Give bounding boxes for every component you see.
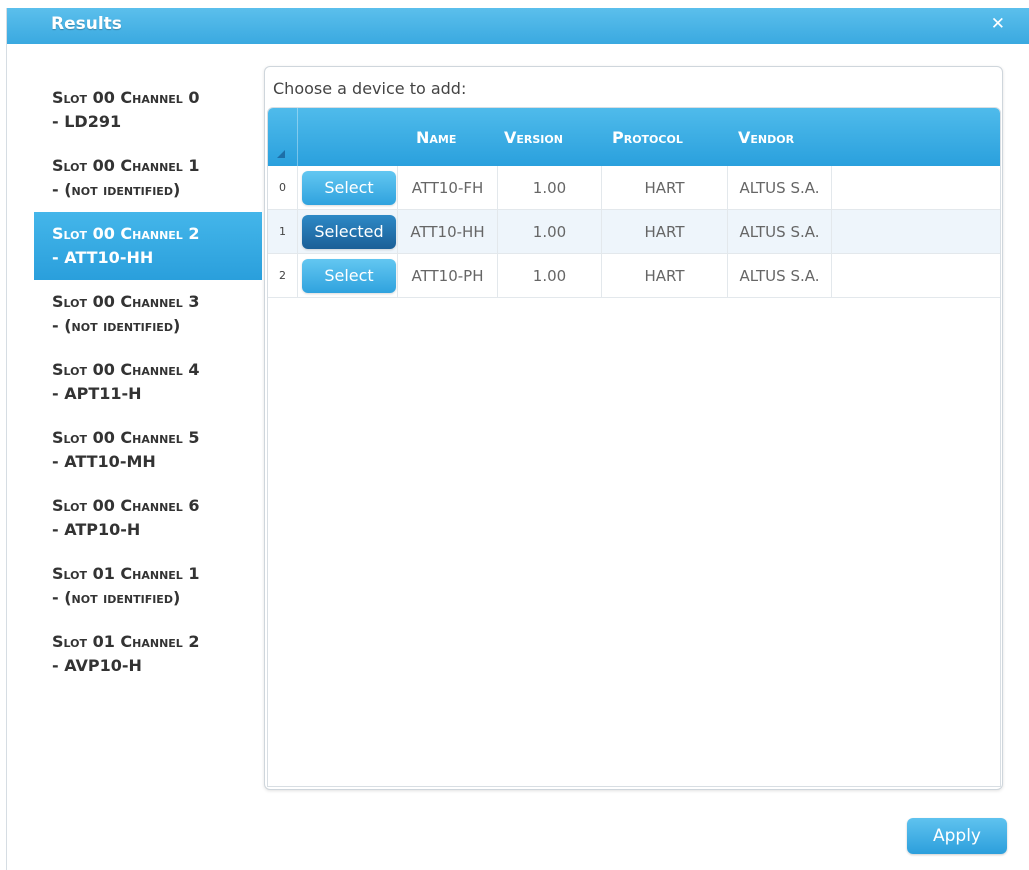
row-action-cell: Select: [298, 254, 398, 298]
table-row: 1 Selected ATT10-HH 1.00 HART ALTUS S.A.: [268, 210, 1000, 254]
channel-item-device: - (not identified): [52, 180, 181, 199]
device-protocol: HART: [602, 166, 728, 210]
device-version: 1.00: [498, 210, 602, 254]
channel-item-label: Slot 01 Channel 2: [52, 632, 200, 651]
device-name: ATT10-HH: [398, 210, 498, 254]
device-grid: Name Version Protocol Vendor 0 Select AT…: [267, 107, 1001, 787]
device-protocol: HART: [602, 254, 728, 298]
device-name: ATT10-PH: [398, 254, 498, 298]
channel-list: Slot 00 Channel 0 - LD291 Slot 00 Channe…: [34, 76, 262, 688]
channel-item-label: Slot 00 Channel 0: [52, 88, 200, 107]
channel-item-label: Slot 00 Channel 4: [52, 360, 200, 379]
close-icon[interactable]: ✕: [991, 14, 1005, 34]
sort-indicator-icon: [277, 150, 285, 158]
channel-item-device: - ATT10-HH: [52, 248, 154, 267]
channel-item-device: - (not identified): [52, 316, 181, 335]
selected-button[interactable]: Selected: [302, 215, 396, 249]
row-index: 0: [268, 166, 298, 210]
column-header-vendor[interactable]: Vendor: [738, 128, 794, 147]
channel-item-slot01-ch1[interactable]: Slot 01 Channel 1 - (not identified): [34, 552, 262, 620]
grid-header: Name Version Protocol Vendor: [268, 108, 1000, 166]
channel-item-device: - LD291: [52, 112, 122, 131]
column-header-version[interactable]: Version: [504, 128, 563, 147]
channel-item-label: Slot 00 Channel 2: [52, 224, 200, 243]
device-version: 1.00: [498, 166, 602, 210]
channel-item-device: - ATT10-MH: [52, 452, 156, 471]
channel-item-slot00-ch3[interactable]: Slot 00 Channel 3 - (not identified): [34, 280, 262, 348]
channel-item-device: - AVP10-H: [52, 656, 142, 675]
apply-button[interactable]: Apply: [907, 818, 1007, 854]
device-prompt: Choose a device to add:: [273, 79, 467, 98]
channel-item-label: Slot 00 Channel 6: [52, 496, 200, 515]
select-button[interactable]: Select: [302, 171, 396, 205]
dialog-title: Results: [51, 14, 122, 34]
channel-item-slot01-ch2[interactable]: Slot 01 Channel 2 - AVP10-H: [34, 620, 262, 688]
channel-item-slot00-ch6[interactable]: Slot 00 Channel 6 - ATP10-H: [34, 484, 262, 552]
channel-item-label: Slot 00 Channel 1: [52, 156, 200, 175]
channel-item-device: - APT11-H: [52, 384, 142, 403]
column-header-name[interactable]: Name: [416, 128, 456, 147]
channel-item-device: - (not identified): [52, 588, 181, 607]
device-version: 1.00: [498, 254, 602, 298]
table-row: 2 Select ATT10-PH 1.00 HART ALTUS S.A.: [268, 254, 1000, 298]
channel-item-slot00-ch4[interactable]: Slot 00 Channel 4 - APT11-H: [34, 348, 262, 416]
device-name: ATT10-FH: [398, 166, 498, 210]
channel-item-label: Slot 01 Channel 1: [52, 564, 200, 583]
channel-item-slot00-ch5[interactable]: Slot 00 Channel 5 - ATT10-MH: [34, 416, 262, 484]
dialog-titlebar: Results ✕: [7, 8, 1029, 44]
channel-item-device: - ATP10-H: [52, 520, 141, 539]
row-action-cell: Selected: [298, 210, 398, 254]
channel-item-label: Slot 00 Channel 5: [52, 428, 200, 447]
grid-corner[interactable]: [268, 108, 298, 166]
device-vendor: ALTUS S.A.: [728, 166, 832, 210]
row-index: 1: [268, 210, 298, 254]
row-action-cell: Select: [298, 166, 398, 210]
channel-item-slot00-ch0[interactable]: Slot 00 Channel 0 - LD291: [34, 76, 262, 144]
row-index: 2: [268, 254, 298, 298]
device-vendor: ALTUS S.A.: [728, 210, 832, 254]
column-header-protocol[interactable]: Protocol: [612, 128, 683, 147]
channel-item-label: Slot 00 Channel 3: [52, 292, 200, 311]
channel-item-slot00-ch1[interactable]: Slot 00 Channel 1 - (not identified): [34, 144, 262, 212]
select-button[interactable]: Select: [302, 259, 396, 293]
device-protocol: HART: [602, 210, 728, 254]
channel-item-slot00-ch2[interactable]: Slot 00 Channel 2 - ATT10-HH: [34, 212, 262, 280]
device-panel: Choose a device to add: Name Version Pro…: [264, 66, 1003, 790]
table-row: 0 Select ATT10-FH 1.00 HART ALTUS S.A.: [268, 166, 1000, 210]
device-vendor: ALTUS S.A.: [728, 254, 832, 298]
